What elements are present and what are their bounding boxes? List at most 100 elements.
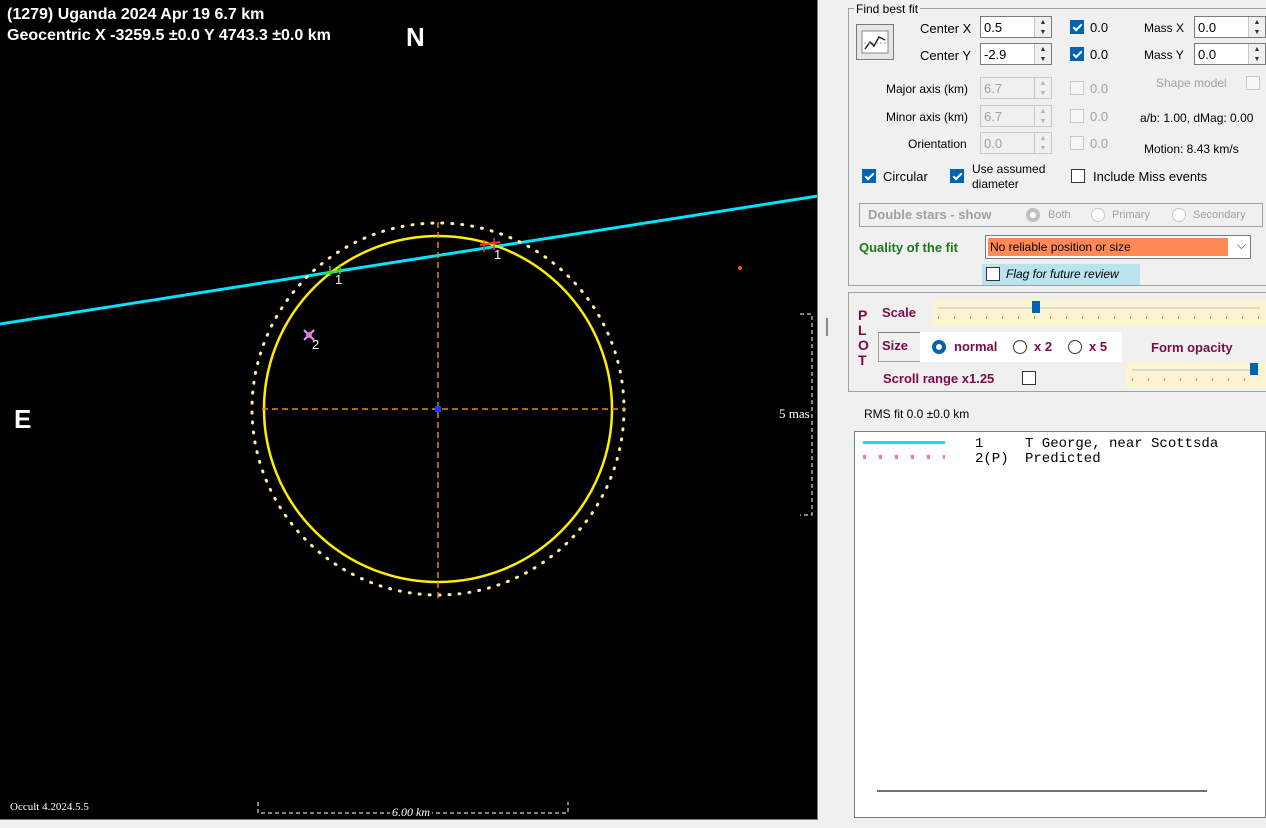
- primary-label: Primary: [1112, 209, 1150, 221]
- orientation-value: 0.0: [984, 135, 1003, 151]
- mass-y-label: Mass Y: [1144, 48, 1184, 62]
- opacity-slider-thumb[interactable]: [1249, 363, 1258, 375]
- size-x2-label: x 2: [1034, 339, 1053, 354]
- chord-swatch: [863, 441, 945, 444]
- legend-text-2: Predicted: [1025, 451, 1101, 467]
- rms-label: RMS fit 0.0 ±0.0 km: [864, 407, 970, 421]
- spin-arrows-icon[interactable]: ▲ ▼: [1248, 44, 1265, 64]
- scroll-range-label: Scroll range x1.25: [883, 371, 995, 386]
- assumed-diameter-checkbox[interactable]: [950, 169, 964, 183]
- include-miss-label: Include Miss events: [1093, 169, 1208, 184]
- center-marker: [435, 406, 441, 412]
- major-axis-value: 6.7: [984, 80, 1003, 96]
- center-y-checkbox[interactable]: [1070, 47, 1084, 61]
- major-axis-label: Major axis (km): [886, 82, 969, 96]
- plot-title-line2: Geocentric X -3259.5 ±0.0 Y 4743.3 ±0.0 …: [7, 27, 331, 44]
- spin-arrows-icon[interactable]: ▲ ▼: [1248, 17, 1265, 37]
- chord-label-1b: 1: [494, 247, 502, 262]
- mass-x-label: Mass X: [1144, 21, 1185, 35]
- legend-text-1: T George, near Scottsda: [1025, 436, 1219, 452]
- center-y-input[interactable]: -2.9 ▲ ▼: [980, 43, 1052, 65]
- orientation-checkbox[interactable]: [1070, 136, 1084, 150]
- orientation-input[interactable]: 0.0 ▲ ▼: [980, 132, 1052, 154]
- scale-label: Scale: [882, 305, 916, 320]
- circular-label: Circular: [883, 169, 928, 184]
- center-x-checkbox[interactable]: [1070, 20, 1084, 34]
- east-label: E: [14, 404, 32, 434]
- form-opacity-label: Form opacity: [1151, 340, 1233, 355]
- scale-slider-thumb[interactable]: [1032, 301, 1041, 313]
- legend-list[interactable]: 1 T George, near Scottsda 2(P) Predicted: [854, 431, 1266, 818]
- quality-value: No reliable position or size: [988, 238, 1228, 256]
- plot-title-line1: (1279) Uganda 2024 Apr 19 6.7 km: [7, 6, 265, 23]
- north-label: N: [406, 22, 425, 52]
- minor-check-label: 0.0: [1090, 109, 1109, 124]
- km-scale-label: 6.00 km: [390, 805, 432, 819]
- shape-model-label: Shape model: [1156, 76, 1227, 90]
- spin-arrows-icon[interactable]: ▲ ▼: [1034, 106, 1051, 126]
- size-x5-label: x 5: [1089, 339, 1108, 354]
- splitter-handle[interactable]: [826, 318, 828, 336]
- minor-axis-value: 6.7: [984, 108, 1003, 124]
- major-axis-checkbox[interactable]: [1070, 81, 1084, 95]
- assumed-diameter-label: Use assumed diameter: [972, 162, 1046, 191]
- center-x-input[interactable]: 0.5 ▲ ▼: [980, 16, 1052, 38]
- major-check-label: 0.0: [1090, 81, 1109, 96]
- chevron-down-icon[interactable]: ⌵: [1237, 238, 1246, 253]
- ab-dmag-label: a/b: 1.00, dMag: 0.00: [1140, 111, 1254, 125]
- mass-x-value: 0.0: [1198, 19, 1217, 35]
- mass-y-input[interactable]: 0.0 ▲ ▼: [1194, 43, 1266, 65]
- fit-button[interactable]: [856, 24, 894, 60]
- secondary-radio[interactable]: [1172, 208, 1186, 222]
- plot-letters: PLOT: [858, 307, 869, 368]
- flag-review-checkbox[interactable]: [986, 267, 1000, 281]
- chord-label-1a: 1: [335, 272, 343, 287]
- spin-arrows-icon[interactable]: ▲ ▼: [1034, 17, 1051, 37]
- mass-y-value: 0.0: [1198, 46, 1217, 62]
- scale-slider[interactable]: [932, 300, 1266, 326]
- version-label: Occult 4.2024.5.5: [10, 801, 89, 813]
- center-x-check-label: 0.0: [1090, 20, 1109, 35]
- double-stars-label: Double stars - show: [868, 207, 992, 222]
- major-axis-input[interactable]: 6.7 ▲ ▼: [980, 77, 1052, 99]
- orientation-label: Orientation: [908, 137, 967, 151]
- predicted-swatch: [863, 455, 945, 459]
- circular-checkbox[interactable]: [862, 169, 876, 183]
- size-normal-radio[interactable]: [932, 340, 946, 354]
- control-panel: Find best fit Center X 0.5 ▲ ▼ 0.0 Mass X…: [826, 0, 1266, 828]
- minor-axis-label: Minor axis (km): [886, 110, 969, 124]
- outlier-dot: [738, 266, 742, 270]
- quality-dropdown[interactable]: No reliable position or size ⌵: [985, 235, 1251, 259]
- scroll-range-checkbox[interactable]: [1022, 371, 1036, 385]
- size-normal-label: normal: [954, 339, 998, 354]
- spin-arrows-icon[interactable]: ▲ ▼: [1034, 44, 1051, 64]
- mas-scale-label: 5 mas: [779, 406, 810, 422]
- legend-scrollbar[interactable]: [877, 790, 1207, 792]
- spin-arrows-icon[interactable]: ▲ ▼: [1034, 133, 1051, 153]
- minor-axis-checkbox[interactable]: [1070, 109, 1084, 123]
- flag-review-label: Flag for future review: [1006, 267, 1119, 281]
- plot-canvas[interactable]: (1279) Uganda 2024 Apr 19 6.7 km Geocent…: [0, 0, 818, 820]
- legend-row-1[interactable]: 1 T George, near Scottsda: [863, 436, 1265, 452]
- primary-radio[interactable]: [1091, 208, 1105, 222]
- mass-x-input[interactable]: 0.0 ▲ ▼: [1194, 16, 1266, 38]
- best-fit-title: Find best fit: [854, 2, 921, 16]
- size-x2-radio[interactable]: [1013, 340, 1027, 354]
- center-x-label: Center X: [920, 21, 972, 36]
- size-x5-radio[interactable]: [1068, 340, 1082, 354]
- both-label: Both: [1048, 209, 1071, 221]
- spin-arrows-icon[interactable]: ▲ ▼: [1034, 78, 1051, 98]
- minor-axis-input[interactable]: 6.7 ▲ ▼: [980, 105, 1052, 127]
- both-radio[interactable]: [1026, 208, 1040, 222]
- legend-num-1: 1: [975, 436, 984, 452]
- center-x-value: 0.5: [984, 19, 1003, 35]
- shape-model-checkbox[interactable]: [1246, 76, 1260, 90]
- include-miss-checkbox[interactable]: [1071, 169, 1085, 183]
- opacity-slider[interactable]: [1126, 362, 1266, 388]
- quality-label: Quality of the fit: [859, 240, 958, 255]
- chart-fit-icon: [861, 30, 889, 54]
- center-y-label: Center Y: [920, 48, 972, 63]
- plot-svg: [0, 194, 817, 814]
- flag-review-box[interactable]: Flag for future review: [982, 264, 1140, 285]
- legend-row-2[interactable]: 2(P) Predicted: [863, 451, 1265, 467]
